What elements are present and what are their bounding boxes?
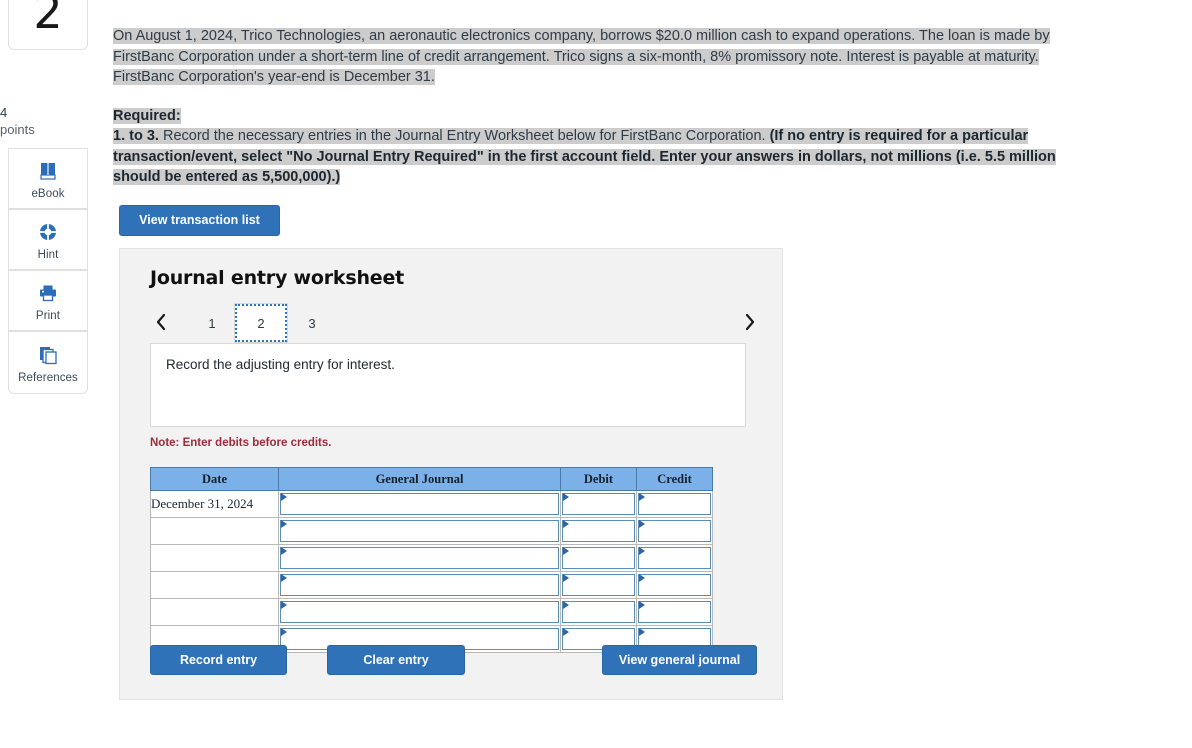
- chevron-left-icon: [155, 312, 168, 332]
- cell-debit-1[interactable]: [560, 490, 637, 518]
- worksheet-tab-2[interactable]: 2: [234, 303, 288, 343]
- cell-debit-3[interactable]: [560, 544, 637, 572]
- view-general-journal-button[interactable]: View general journal: [602, 645, 757, 675]
- worksheet-tab-row: 1 2 3: [150, 303, 760, 343]
- dropdown-marker-icon: [639, 520, 645, 528]
- points-label: points: [0, 122, 35, 137]
- cell-credit-1[interactable]: [636, 490, 713, 518]
- cell-debit-5[interactable]: [560, 598, 637, 626]
- dropdown-marker-icon: [639, 493, 645, 501]
- cell-date-5[interactable]: [150, 598, 279, 626]
- required-heading: Required:: [113, 107, 181, 124]
- cell-date-4[interactable]: [150, 571, 279, 599]
- next-entry-button[interactable]: [738, 309, 760, 335]
- dropdown-marker-icon: [281, 601, 287, 609]
- tool-print[interactable]: Print: [8, 270, 88, 331]
- problem-text: On August 1, 2024, Trico Technologies, a…: [113, 26, 1073, 188]
- view-transaction-list-button[interactable]: View transaction list: [119, 205, 280, 236]
- column-header-date: Date: [150, 467, 279, 491]
- cell-credit-3[interactable]: [636, 544, 713, 572]
- points-value: 4: [0, 105, 8, 120]
- book-icon: [37, 158, 59, 184]
- debits-before-credits-note: Note: Enter debits before credits.: [150, 437, 332, 449]
- dropdown-marker-icon: [281, 628, 287, 636]
- required-body-line: 1. to 3. Record the necessary entries in…: [113, 126, 1073, 188]
- tool-ebook[interactable]: eBook: [8, 148, 88, 209]
- cell-credit-5[interactable]: [636, 598, 713, 626]
- table-row: [150, 571, 713, 599]
- cell-debit-4[interactable]: [560, 571, 637, 599]
- chevron-right-icon: [743, 312, 756, 332]
- dropdown-marker-icon: [563, 574, 569, 582]
- column-header-credit: Credit: [636, 467, 713, 491]
- dropdown-marker-icon: [281, 520, 287, 528]
- entry-instruction-box: Record the adjusting entry for interest.: [150, 343, 746, 427]
- required-body: Record the necessary entries in the Jour…: [158, 128, 770, 144]
- tool-print-label: Print: [35, 309, 61, 322]
- journal-table-header-row: Date General Journal Debit Credit: [150, 467, 713, 491]
- lifebuoy-icon: [37, 219, 59, 245]
- cell-general-journal-4[interactable]: [278, 571, 561, 599]
- dropdown-marker-icon: [639, 547, 645, 555]
- question-page: 2 4 points eBook Hint Print References O…: [0, 0, 1192, 748]
- required-block: Required: 1. to 3. Record the necessary …: [113, 106, 1073, 188]
- column-header-debit: Debit: [560, 467, 637, 491]
- column-header-general-journal: General Journal: [278, 467, 561, 491]
- problem-paragraph-text: On August 1, 2024, Trico Technologies, a…: [113, 28, 1050, 85]
- tool-ebook-label: eBook: [31, 187, 65, 200]
- cell-general-journal-2[interactable]: [278, 517, 561, 545]
- dropdown-marker-icon: [639, 574, 645, 582]
- cell-debit-2[interactable]: [560, 517, 637, 545]
- cell-credit-4[interactable]: [636, 571, 713, 599]
- tool-references-label: References: [18, 371, 78, 384]
- worksheet-title: Journal entry worksheet: [150, 267, 405, 289]
- worksheet-tab-3[interactable]: 3: [298, 303, 326, 343]
- problem-paragraph: On August 1, 2024, Trico Technologies, a…: [113, 26, 1073, 88]
- table-row: [150, 517, 713, 545]
- dropdown-marker-icon: [563, 601, 569, 609]
- dropdown-marker-icon: [563, 493, 569, 501]
- question-rail: 2: [8, 0, 88, 50]
- cell-general-journal-5[interactable]: [278, 598, 561, 626]
- table-row: [150, 598, 713, 626]
- tool-hint-label: Hint: [37, 248, 59, 261]
- clear-entry-button[interactable]: Clear entry: [327, 645, 465, 675]
- dropdown-marker-icon: [281, 547, 287, 555]
- journal-entry-table: Date General Journal Debit Credit Decemb…: [150, 467, 713, 653]
- documents-icon: [36, 342, 60, 368]
- journal-entry-worksheet-panel: Journal entry worksheet 1 2 3 Record the…: [119, 248, 783, 700]
- cell-date-1[interactable]: December 31, 2024: [150, 490, 279, 518]
- table-row: [150, 544, 713, 572]
- question-number: 2: [33, 0, 63, 39]
- dropdown-marker-icon: [639, 601, 645, 609]
- dropdown-marker-icon: [563, 628, 569, 636]
- cell-credit-2[interactable]: [636, 517, 713, 545]
- tool-references[interactable]: References: [8, 331, 88, 394]
- dropdown-marker-icon: [563, 547, 569, 555]
- cell-date-2[interactable]: [150, 517, 279, 545]
- points-indicator: 4 points: [0, 104, 80, 138]
- printer-icon: [37, 280, 59, 306]
- record-entry-button[interactable]: Record entry: [150, 645, 287, 675]
- prev-entry-button[interactable]: [150, 309, 172, 335]
- cell-general-journal-1[interactable]: [278, 490, 561, 518]
- required-heading-line: Required:: [113, 106, 1073, 127]
- dropdown-marker-icon: [639, 628, 645, 636]
- entry-instruction-text: Record the adjusting entry for interest.: [166, 357, 395, 372]
- required-prefix: 1. to 3.: [113, 128, 159, 144]
- cell-general-journal-3[interactable]: [278, 544, 561, 572]
- dropdown-marker-icon: [281, 574, 287, 582]
- tool-hint[interactable]: Hint: [8, 209, 88, 270]
- dropdown-marker-icon: [281, 493, 287, 501]
- table-row: December 31, 2024: [150, 490, 713, 518]
- worksheet-tab-1[interactable]: 1: [198, 303, 226, 343]
- dropdown-marker-icon: [563, 520, 569, 528]
- question-number-card: 2: [8, 0, 88, 50]
- cell-date-3[interactable]: [150, 544, 279, 572]
